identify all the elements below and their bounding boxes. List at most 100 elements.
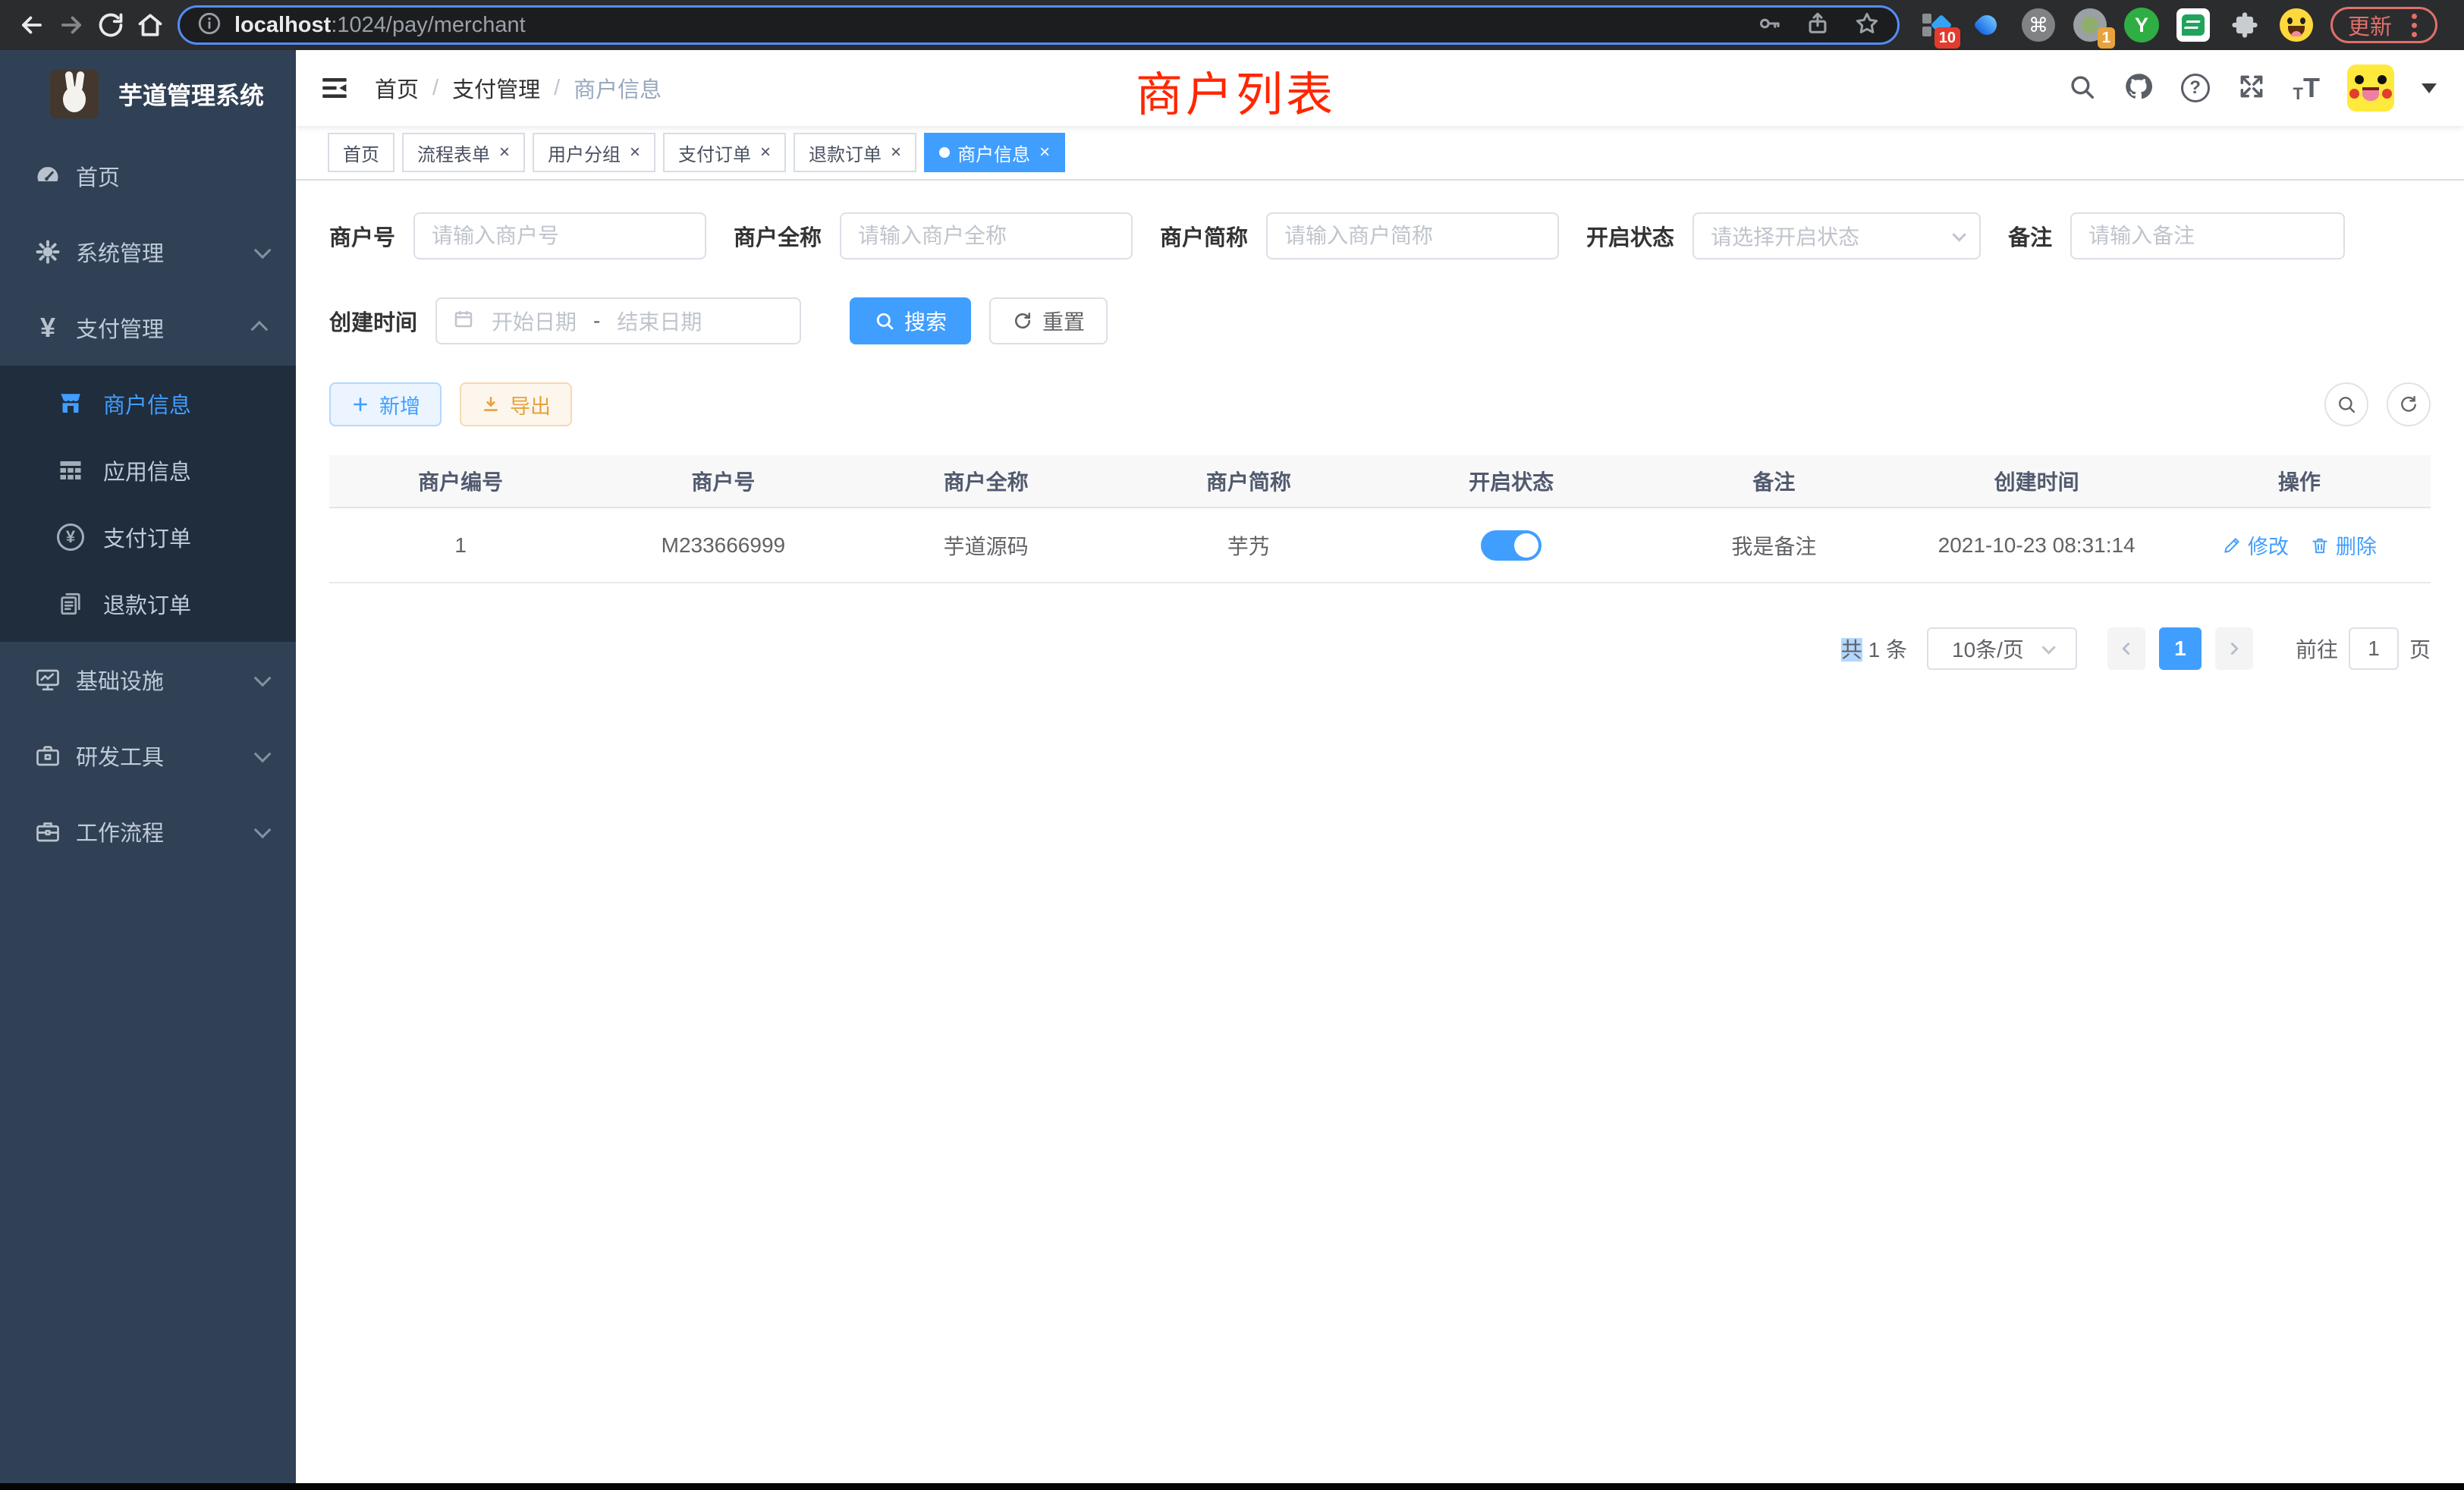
sidebar-item-payment[interactable]: ¥ 支付管理: [0, 290, 296, 366]
app-logo[interactable]: 芋道管理系统: [0, 50, 296, 138]
breadcrumb-payment[interactable]: 支付管理: [452, 72, 540, 104]
table-header-row: 商户编号 商户号 商户全称 商户简称 开启状态 备注 创建时间 操作: [329, 455, 2431, 508]
page-size-select[interactable]: 10条/页: [1927, 627, 2077, 670]
sidebar-item-label: 首页: [76, 160, 267, 192]
tag-user-group[interactable]: 用户分组×: [533, 133, 655, 172]
back-icon[interactable]: [12, 5, 52, 45]
column-header: 创建时间: [1906, 466, 2168, 496]
app-window: 芋道管理系统 首页 系统管理 ¥ 支付管理 商户信息: [0, 50, 2464, 1490]
pagination-total: 共 1 条: [1841, 633, 1907, 664]
table-toolbar: 新增 导出: [329, 382, 2431, 426]
dashboard-icon: [32, 162, 64, 190]
yen-circle-icon: ¥: [55, 523, 86, 551]
user-avatar[interactable]: [2347, 64, 2394, 112]
browser-update-button[interactable]: 更新: [2330, 7, 2437, 43]
avatar-dropdown-caret-icon[interactable]: [2422, 83, 2437, 93]
page-unit: 页: [2409, 633, 2431, 664]
status-toggle[interactable]: [1481, 530, 1542, 561]
sidebar-item-dev-tools[interactable]: 研发工具: [0, 718, 296, 794]
export-button[interactable]: 导出: [460, 382, 572, 426]
extension-icon-y[interactable]: Y: [2124, 8, 2159, 42]
reload-icon[interactable]: [91, 5, 130, 45]
extension-icon-chat[interactable]: [2176, 8, 2211, 42]
breadcrumb-home[interactable]: 首页: [375, 72, 419, 104]
close-icon[interactable]: ×: [630, 143, 640, 162]
goto-page-input[interactable]: [2349, 627, 2399, 670]
sidebar-item-app-info[interactable]: 应用信息: [0, 437, 296, 504]
extensions-puzzle-icon[interactable]: [2227, 8, 2262, 42]
share-icon[interactable]: [1805, 11, 1831, 40]
extension-icon-2[interactable]: 1: [2073, 8, 2107, 42]
tag-pay-order[interactable]: 支付订单×: [663, 133, 786, 172]
close-icon[interactable]: ×: [499, 143, 510, 162]
page-number-active[interactable]: 1: [2159, 627, 2202, 670]
delete-link[interactable]: 删除: [2310, 530, 2377, 560]
browser-toolbar: localhost:1024/pay/merchant 10 ⌘ 1 Y: [0, 0, 2464, 50]
github-icon[interactable]: [2123, 71, 2154, 105]
start-date-placeholder: 开始日期: [492, 306, 577, 336]
table-settings: [2324, 382, 2431, 426]
date-range-picker[interactable]: 开始日期 - 结束日期: [435, 297, 801, 344]
active-dot: [939, 147, 950, 158]
font-size-icon[interactable]: TT: [2293, 72, 2320, 104]
sidebar-item-system[interactable]: 系统管理: [0, 214, 296, 290]
close-icon[interactable]: ×: [891, 143, 901, 162]
add-button[interactable]: 新增: [329, 382, 442, 426]
url-bar[interactable]: localhost:1024/pay/merchant: [178, 5, 1900, 45]
close-icon[interactable]: ×: [760, 143, 771, 162]
browser-menu-icon[interactable]: [2412, 23, 2417, 28]
extension-icon-emoji[interactable]: [2279, 8, 2314, 42]
sidebar-fold-icon[interactable]: [319, 72, 350, 104]
chevron-down-icon: [254, 822, 272, 839]
column-header: 商户编号: [329, 466, 592, 496]
fullscreen-icon[interactable]: [2237, 72, 2266, 105]
extension-icon-pin[interactable]: [1969, 8, 2004, 42]
next-page-icon[interactable]: [2215, 627, 2253, 670]
forward-icon[interactable]: [52, 5, 91, 45]
prev-page-icon[interactable]: [2107, 627, 2145, 670]
sidebar: 芋道管理系统 首页 系统管理 ¥ 支付管理 商户信息: [0, 50, 296, 1490]
merchant-no-input[interactable]: [413, 212, 706, 259]
edit-link[interactable]: 修改: [2222, 530, 2289, 560]
extension-icon-command[interactable]: ⌘: [2021, 8, 2056, 42]
sidebar-item-merchant-info[interactable]: 商户信息: [0, 370, 296, 437]
filter-merchant-full-name: 商户全称: [734, 212, 1133, 259]
tag-home[interactable]: 首页: [328, 133, 394, 172]
toggle-search-icon[interactable]: [2324, 382, 2368, 426]
sidebar-item-label: 系统管理: [76, 236, 255, 268]
help-icon[interactable]: ?: [2181, 74, 2210, 102]
extension-icon-1[interactable]: 10: [1918, 8, 1953, 42]
key-icon[interactable]: [1756, 11, 1782, 40]
search-icon[interactable]: [2067, 72, 2096, 105]
column-header: 商户号: [592, 466, 854, 496]
tag-process-form[interactable]: 流程表单×: [402, 133, 525, 172]
column-header: 商户全称: [855, 466, 1117, 496]
calendar-icon: [452, 307, 475, 335]
site-info-icon[interactable]: [196, 11, 222, 40]
sidebar-item-label: 支付管理: [76, 312, 255, 344]
url-text: localhost:1024/pay/merchant: [234, 13, 1756, 38]
extension-badge: 10: [1934, 27, 1960, 49]
chevron-down-icon: [254, 670, 272, 687]
status-select[interactable]: 请选择开启状态: [1692, 212, 1981, 259]
bookmark-star-icon[interactable]: [1853, 10, 1881, 41]
top-navbar: 首页 / 支付管理 / 商户信息 ? TT: [296, 50, 2464, 126]
sidebar-item-workflow[interactable]: 工作流程: [0, 794, 296, 869]
merchant-full-name-input[interactable]: [840, 212, 1133, 259]
url-path: :1024/pay/merchant: [331, 13, 525, 37]
tag-merchant-info[interactable]: 商户信息×: [924, 133, 1065, 172]
remark-input[interactable]: [2070, 212, 2345, 259]
merchant-short-name-input[interactable]: [1266, 212, 1559, 259]
close-icon[interactable]: ×: [1039, 143, 1050, 162]
cell-merchant-no: M233666999: [592, 533, 854, 558]
tag-refund-order[interactable]: 退款订单×: [794, 133, 916, 172]
sidebar-item-pay-order[interactable]: ¥ 支付订单: [0, 504, 296, 571]
home-icon[interactable]: [130, 5, 170, 45]
reset-button[interactable]: 重置: [989, 297, 1108, 344]
sidebar-item-home[interactable]: 首页: [0, 138, 296, 214]
sidebar-item-refund-order[interactable]: 退款订单: [0, 571, 296, 637]
sidebar-item-infrastructure[interactable]: 基础设施: [0, 642, 296, 718]
refresh-icon[interactable]: [2387, 382, 2431, 426]
sidebar-item-label: 退款订单: [103, 588, 191, 620]
search-button[interactable]: 搜索: [850, 297, 971, 344]
